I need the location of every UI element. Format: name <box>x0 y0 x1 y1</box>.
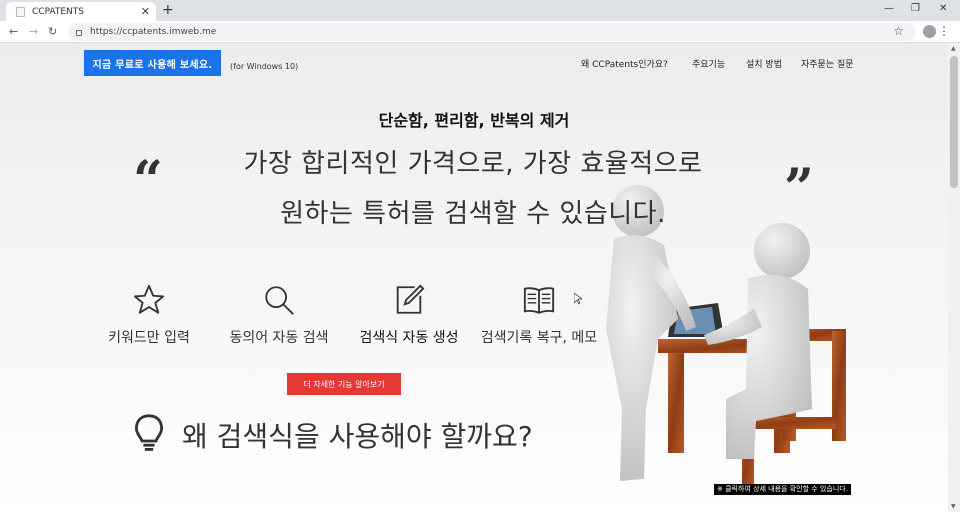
try-free-button[interactable]: 지금 무료로 사용해 보세요. <box>84 50 221 76</box>
back-icon[interactable]: ← <box>9 25 18 38</box>
hero-headline-line1: 가장 합리적인 가격으로, 가장 효율적으로 <box>243 149 703 179</box>
minimize-icon[interactable]: — <box>884 3 894 14</box>
menu-kebab-icon[interactable]: ⋮ <box>938 24 950 38</box>
new-tab-button[interactable]: + <box>162 2 174 18</box>
close-tab-icon[interactable]: ✕ <box>141 5 150 18</box>
forward-icon[interactable]: → <box>29 25 38 38</box>
feature-label: 동의어 자동 검색 <box>229 330 329 346</box>
why-heading: 왜 검색식을 사용해야 할까요? <box>182 420 533 453</box>
nav-features[interactable]: 주요기능 <box>692 57 725 70</box>
scroll-up-icon[interactable]: ▲ <box>951 45 956 52</box>
feature-history[interactable]: 검색기록 복구, 메모 <box>474 283 604 347</box>
more-features-button[interactable]: 더 자세한 기능 알아보기 <box>287 373 401 395</box>
bookmark-star-icon[interactable]: ☆ <box>893 24 904 38</box>
feature-label: 검색식 자동 생성 <box>359 330 459 346</box>
nav-install[interactable]: 설치 방법 <box>746 57 782 70</box>
book-icon <box>523 287 555 314</box>
feature-label: 검색기록 복구, 메모 <box>480 330 598 346</box>
nav-why[interactable]: 왜 CCPatents인가요? <box>581 57 668 70</box>
feature-keyword[interactable]: 키워드만 입력 <box>84 283 214 347</box>
restore-icon[interactable]: ❐ <box>911 3 920 14</box>
magnifier-icon <box>265 286 294 315</box>
close-window-icon[interactable]: ✕ <box>939 3 947 14</box>
tab-title: CCPATENTS <box>32 6 85 17</box>
feature-auto-query[interactable]: 검색식 자동 생성 <box>344 283 474 347</box>
scroll-down-icon[interactable]: ▼ <box>951 503 956 510</box>
page-icon <box>16 6 25 17</box>
page-content: 지금 무료로 사용해 보세요. (for Windows 10) 왜 CCPat… <box>0 43 948 512</box>
lock-icon <box>76 30 82 36</box>
hero-headline-line2: 원하는 특허를 검색할 수 있습니다. <box>280 199 666 229</box>
browser-toolbar: ← → ↻ https://ccpatents.imweb.me ☆ ⋮ <box>0 21 960 43</box>
tab-strip: CCPATENTS ✕ + — ❐ ✕ <box>0 0 960 21</box>
url-text: https://ccpatents.imweb.me <box>90 27 217 37</box>
mouse-cursor-icon <box>574 293 582 305</box>
nav-faq[interactable]: 자주묻는 질문 <box>801 57 854 70</box>
star-icon <box>133 284 165 314</box>
feature-synonym[interactable]: 동의어 자동 검색 <box>214 283 344 347</box>
click-notice: ※ 클릭하여 상세 내용을 확인할 수 있습니다. <box>714 484 851 495</box>
feature-label: 키워드만 입력 <box>108 330 190 346</box>
scrollbar-thumb[interactable] <box>950 56 958 188</box>
browser-tab[interactable]: CCPATENTS ✕ <box>6 2 156 21</box>
profile-avatar-icon[interactable] <box>923 25 936 38</box>
platform-note: (for Windows 10) <box>230 62 299 71</box>
address-bar[interactable]: https://ccpatents.imweb.me <box>68 23 916 41</box>
hero-tagline: 단순함, 편리함, 반복의 제거 <box>378 111 570 130</box>
lightbulb-icon <box>134 414 164 451</box>
reload-icon[interactable]: ↻ <box>48 25 57 38</box>
edit-icon <box>396 284 425 314</box>
